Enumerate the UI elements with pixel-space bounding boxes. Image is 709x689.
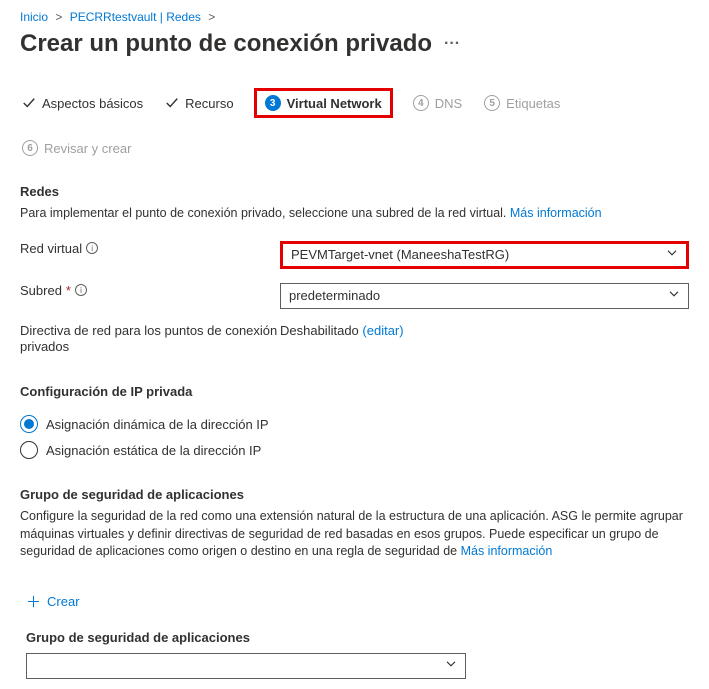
step-number-icon: 4	[413, 95, 429, 111]
select-value: predeterminado	[289, 288, 380, 303]
label-asg-select: Grupo de seguridad de aplicaciones	[26, 630, 689, 645]
check-icon	[165, 96, 179, 110]
radio-ip-static[interactable]: Asignación estática de la dirección IP	[20, 441, 689, 459]
section-desc-redes: Para implementar el punto de conexión pr…	[20, 205, 689, 223]
step-number-icon: 6	[22, 140, 38, 156]
radio-icon	[20, 415, 38, 433]
tab-aspectos-basicos[interactable]: Aspectos básicos	[20, 88, 145, 118]
page-title-text: Crear un punto de conexión privado	[20, 30, 432, 58]
label-text: Subred	[20, 283, 62, 298]
section-title-ipconfig: Configuración de IP privada	[20, 384, 689, 399]
step-number-icon: 5	[484, 95, 500, 111]
info-icon[interactable]: i	[86, 242, 98, 254]
tab-label: Virtual Network	[287, 96, 382, 111]
button-label: Crear	[47, 594, 80, 609]
breadcrumb-sep: >	[55, 10, 62, 24]
tab-label: Revisar y crear	[44, 141, 131, 156]
select-subred[interactable]: predeterminado	[280, 283, 689, 309]
radio-icon	[20, 441, 38, 459]
tab-revisar-crear[interactable]: 6 Revisar y crear	[20, 136, 133, 160]
tab-dns[interactable]: 4 DNS	[411, 88, 464, 118]
section-title-redes: Redes	[20, 184, 689, 199]
select-asg[interactable]	[26, 653, 466, 679]
required-indicator: *	[66, 283, 71, 298]
label-text: Directiva de red para los puntos de cone…	[20, 323, 280, 357]
breadcrumb: Inicio > PECRRtestvault | Redes >	[20, 10, 689, 24]
chevron-down-icon	[666, 246, 678, 261]
tab-label: DNS	[435, 96, 462, 111]
tab-virtual-network[interactable]: 3 Virtual Network	[254, 88, 393, 118]
label-subred: Subred * i	[20, 283, 280, 298]
breadcrumb-link-vault[interactable]: PECRRtestvault | Redes	[70, 10, 201, 24]
label-red-virtual: Red virtual i	[20, 241, 280, 256]
info-icon[interactable]: i	[75, 284, 87, 296]
policy-value: Deshabilitado	[280, 323, 359, 338]
breadcrumb-link-inicio[interactable]: Inicio	[20, 10, 48, 24]
chevron-down-icon	[668, 287, 680, 302]
tab-etiquetas[interactable]: 5 Etiquetas	[482, 88, 562, 118]
radio-ip-dynamic[interactable]: Asignación dinámica de la dirección IP	[20, 415, 689, 433]
section-desc-asg: Configure la seguridad de la red como un…	[20, 508, 689, 561]
tab-label: Etiquetas	[506, 96, 560, 111]
more-actions-icon[interactable]: ···	[444, 35, 460, 53]
link-mas-informacion-asg[interactable]: Más información	[461, 544, 553, 558]
link-editar-policy[interactable]: (editar)	[362, 323, 403, 338]
step-number-icon: 3	[265, 95, 281, 111]
wizard-tabs: Aspectos básicos Recurso 3 Virtual Netwo…	[20, 88, 689, 160]
page-title: Crear un punto de conexión privado ···	[20, 30, 689, 58]
desc-text: Configure la seguridad de la red como un…	[20, 509, 683, 558]
select-red-virtual[interactable]: PEVMTarget-vnet (ManeeshaTestRG)	[280, 241, 689, 269]
radio-label: Asignación estática de la dirección IP	[46, 443, 261, 458]
select-value: PEVMTarget-vnet (ManeeshaTestRG)	[291, 247, 509, 262]
link-mas-informacion-redes[interactable]: Más información	[510, 206, 602, 220]
label-directiva-red: Directiva de red para los puntos de cone…	[20, 323, 280, 357]
check-icon	[22, 96, 36, 110]
create-asg-button[interactable]: ＋ Crear	[20, 591, 80, 612]
radio-label: Asignación dinámica de la dirección IP	[46, 417, 269, 432]
section-title-asg: Grupo de seguridad de aplicaciones	[20, 487, 689, 502]
desc-text: Para implementar el punto de conexión pr…	[20, 206, 506, 220]
tab-recurso[interactable]: Recurso	[163, 88, 235, 118]
label-text: Red virtual	[20, 241, 82, 256]
plus-icon: ＋	[26, 591, 41, 612]
chevron-down-icon	[445, 658, 457, 673]
breadcrumb-sep: >	[208, 10, 215, 24]
tab-label: Recurso	[185, 96, 233, 111]
tab-label: Aspectos básicos	[42, 96, 143, 111]
